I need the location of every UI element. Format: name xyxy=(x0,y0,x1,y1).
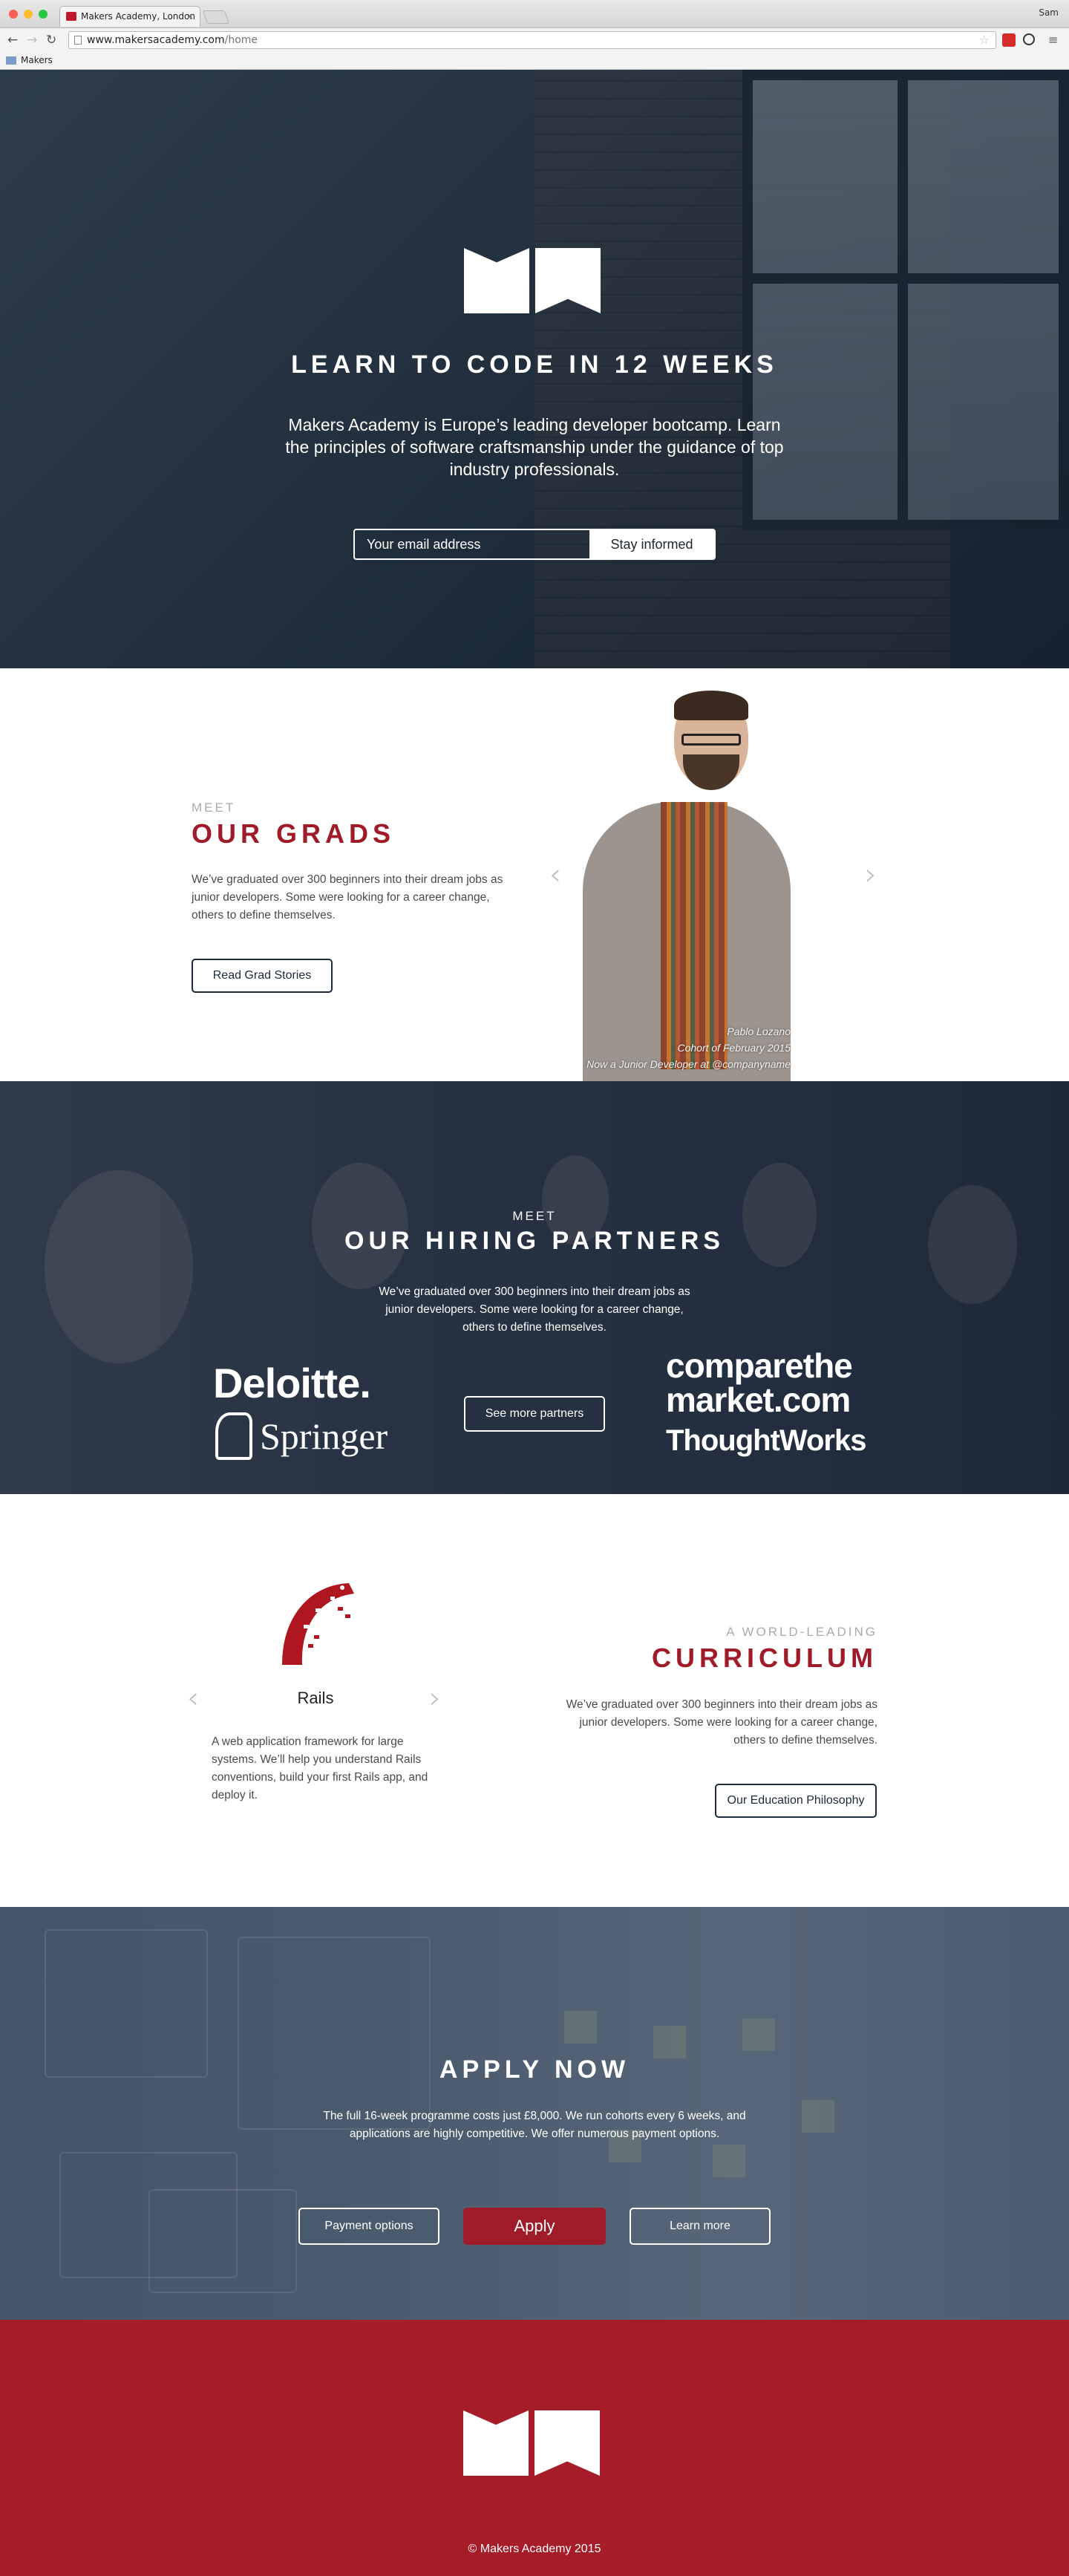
forward-icon[interactable]: → xyxy=(27,33,37,48)
grad-hair xyxy=(674,691,748,720)
makers-logo[interactable] xyxy=(464,248,601,313)
sync-icon[interactable] xyxy=(1023,33,1035,45)
browser-tab[interactable]: Makers Academy, London × xyxy=(59,6,200,27)
address-bar[interactable]: www.makersacademy.com/home ☆ xyxy=(68,31,996,49)
hero-section: LEARN TO CODE IN 12 WEEKS Makers Academy… xyxy=(0,70,1069,668)
partners-eyebrow: MEET xyxy=(512,1209,557,1223)
grads-eyebrow: MEET xyxy=(192,800,236,815)
bookmark-makers[interactable]: Makers xyxy=(21,55,53,65)
curriculum-next-chevron-icon[interactable]: › xyxy=(429,1681,441,1715)
minimize-window-icon[interactable] xyxy=(24,10,33,19)
page-icon xyxy=(74,36,82,45)
apply-section: APPLY NOW The full 16-week programme cos… xyxy=(0,1907,1069,2320)
read-grad-stories-button[interactable]: Read Grad Stories xyxy=(192,959,333,993)
browser-toolbar: ← → ↻ www.makersacademy.com/home ☆ ≡ xyxy=(0,28,1069,52)
grads-prev-chevron-icon[interactable]: ‹ xyxy=(549,858,561,892)
curriculum-section: Rails ‹ › A web application framework fo… xyxy=(0,1494,1069,1907)
springer-horse-icon xyxy=(215,1412,252,1460)
curriculum-slide-title: Rails xyxy=(297,1689,334,1707)
copyright-text: © Makers Academy 2015 xyxy=(468,2543,601,2555)
maximize-window-icon[interactable] xyxy=(39,10,48,19)
compare-line1: comparethe xyxy=(666,1346,853,1385)
grad-name: Pablo Lozano xyxy=(727,1025,791,1037)
learn-more-button[interactable]: Learn more xyxy=(630,2208,771,2245)
apply-title: APPLY NOW xyxy=(439,2055,630,2084)
grad-portrait: Pablo Lozano Cohort of February 2015 Now… xyxy=(583,691,791,1081)
curriculum-title: CURRICULUM xyxy=(652,1643,877,1673)
footer: © Makers Academy 2015 xyxy=(0,2320,1069,2576)
folder-icon xyxy=(6,56,16,65)
partners-description: We’ve graduated over 300 beginners into … xyxy=(379,1285,690,1334)
bookmark-star-icon[interactable]: ☆ xyxy=(979,32,990,48)
tab-title: Makers Academy, London xyxy=(81,11,195,22)
favicon-icon xyxy=(66,12,76,21)
deloitte-logo[interactable]: Deloitte. xyxy=(213,1359,371,1407)
logo-m-shape xyxy=(464,248,529,313)
grad-beard xyxy=(683,754,739,790)
close-window-icon[interactable] xyxy=(9,10,18,19)
menu-icon[interactable]: ≡ xyxy=(1048,33,1058,47)
profile-name[interactable]: Sam xyxy=(1039,7,1059,18)
logo-a-shape xyxy=(534,2410,600,2476)
apply-button[interactable]: Apply xyxy=(463,2208,606,2245)
hero-subtitle: Makers Academy is Europe’s leading devel… xyxy=(285,415,784,479)
bookmarks-bar: Makers xyxy=(0,52,1069,70)
tab-close-icon[interactable]: × xyxy=(186,7,194,26)
partners-title: OUR HIRING PARTNERS xyxy=(344,1227,725,1255)
logo-a-shape xyxy=(535,248,601,313)
stay-informed-button[interactable]: Stay informed xyxy=(589,530,714,558)
reload-icon[interactable]: ↻ xyxy=(46,33,56,48)
grad-cohort: Cohort of February 2015 xyxy=(677,1042,791,1054)
signup-form: Stay informed xyxy=(353,529,716,560)
curriculum-prev-chevron-icon[interactable]: ‹ xyxy=(187,1681,199,1715)
grads-title: OUR GRADS xyxy=(192,818,396,849)
url-path: /home xyxy=(224,34,258,46)
partners-section: MEET OUR HIRING PARTNERS We’ve graduated… xyxy=(0,1081,1069,1494)
url-domain: www.makersacademy.com xyxy=(87,34,225,46)
grads-next-chevron-icon[interactable]: › xyxy=(865,858,877,892)
comparethemarket-logo[interactable]: comparethe market.com xyxy=(666,1346,853,1419)
extension-icon[interactable] xyxy=(1002,33,1016,47)
springer-wordmark: Springer xyxy=(260,1415,388,1457)
browser-titlebar: Makers Academy, London × Sam xyxy=(0,0,1069,28)
grad-glasses xyxy=(681,734,741,746)
education-philosophy-button[interactable]: Our Education Philosophy xyxy=(715,1784,877,1818)
grads-description: We’ve graduated over 300 beginners into … xyxy=(192,873,503,922)
email-input[interactable] xyxy=(355,530,589,558)
back-icon[interactable]: ← xyxy=(7,33,18,48)
grad-caption: Pablo Lozano Cohort of February 2015 Now… xyxy=(586,1023,791,1072)
curriculum-slide-text: A web application framework for large sy… xyxy=(212,1735,428,1801)
grads-section: MEET OUR GRADS We’ve graduated over 300 … xyxy=(0,668,1069,1081)
thoughtworks-logo[interactable]: ThoughtWorks xyxy=(666,1424,866,1458)
apply-description: The full 16-week programme costs just £8… xyxy=(323,2110,746,2140)
logo-m-shape xyxy=(463,2410,529,2476)
footer-logo[interactable] xyxy=(463,2410,600,2476)
payment-options-button[interactable]: Payment options xyxy=(298,2208,439,2245)
springer-logo[interactable]: Springer xyxy=(215,1412,388,1460)
curriculum-eyebrow: A WORLD-LEADING xyxy=(726,1625,877,1639)
hero-title: LEARN TO CODE IN 12 WEEKS xyxy=(291,350,778,379)
see-more-partners-button[interactable]: See more partners xyxy=(464,1396,605,1432)
new-tab-button[interactable] xyxy=(202,10,230,24)
grad-job: Now a Junior Developer at @companyname xyxy=(586,1058,791,1070)
compare-line2: market.com xyxy=(666,1380,851,1419)
rails-logo-icon xyxy=(282,1583,354,1665)
curriculum-description: We’ve graduated over 300 beginners into … xyxy=(566,1698,877,1747)
